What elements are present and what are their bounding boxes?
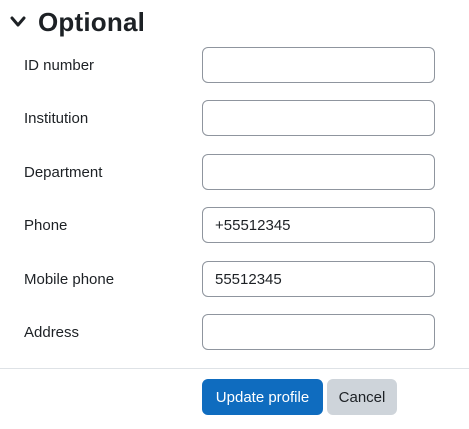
institution-input[interactable] bbox=[202, 100, 435, 136]
form-divider bbox=[0, 368, 469, 369]
phone-input[interactable] bbox=[202, 207, 435, 243]
institution-label: Institution bbox=[24, 110, 89, 127]
section-title: Optional bbox=[38, 6, 146, 37]
field-row-phone: Phone bbox=[0, 207, 469, 245]
department-input[interactable] bbox=[202, 154, 435, 190]
field-row-mobile-phone: Mobile phone bbox=[0, 261, 469, 299]
field-row-address: Address bbox=[0, 314, 469, 352]
department-label: Department bbox=[24, 164, 103, 181]
field-row-department: Department bbox=[0, 154, 469, 192]
cancel-button[interactable]: Cancel bbox=[327, 379, 397, 415]
field-row-id-number: ID number bbox=[0, 47, 469, 85]
id-number-input[interactable] bbox=[202, 47, 435, 83]
field-row-institution: Institution bbox=[0, 100, 469, 138]
address-input[interactable] bbox=[202, 314, 435, 350]
id-number-label: ID number bbox=[24, 57, 95, 74]
section-header-optional[interactable]: Optional bbox=[6, 4, 145, 40]
mobile-phone-input[interactable] bbox=[202, 261, 435, 297]
update-profile-button[interactable]: Update profile bbox=[202, 379, 323, 415]
phone-label: Phone bbox=[24, 217, 68, 234]
mobile-phone-label: Mobile phone bbox=[24, 271, 115, 288]
chevron-down-icon[interactable] bbox=[6, 10, 30, 34]
address-label: Address bbox=[24, 324, 80, 341]
